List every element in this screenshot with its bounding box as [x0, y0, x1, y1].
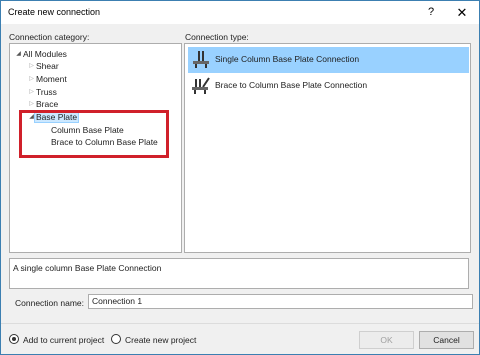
- title-bar: Create new connection ? ✕: [1, 1, 479, 24]
- collapsed-arrow-icon[interactable]: ▷: [27, 86, 36, 98]
- tree-item-brace[interactable]: ▷ Brace: [27, 98, 58, 110]
- connection-type-item-single[interactable]: Single Column Base Plate Connection: [188, 47, 469, 73]
- description-box: A single column Base Plate Connection: [9, 258, 469, 289]
- connection-type-item-brace[interactable]: Brace to Column Base Plate Connection: [188, 73, 469, 99]
- close-button[interactable]: ✕: [447, 1, 477, 24]
- radio-label: Create new project: [125, 335, 197, 345]
- collapsed-arrow-icon[interactable]: ▷: [27, 60, 36, 72]
- tree-item-label: Shear: [36, 61, 59, 71]
- tree-item-label: Brace: [36, 99, 59, 109]
- description-text: A single column Base Plate Connection: [13, 263, 162, 273]
- window-title: Create new connection: [8, 7, 101, 17]
- collapsed-arrow-icon[interactable]: ▷: [27, 73, 36, 85]
- connection-name-label: Connection name:: [15, 298, 84, 308]
- tree-item-moment[interactable]: ▷ Moment: [27, 73, 67, 85]
- tree-item-shear[interactable]: ▷ Shear: [27, 60, 59, 72]
- tree-item-label: All Modules: [23, 49, 67, 59]
- connection-type-list[interactable]: Single Column Base Plate Connection Brac…: [184, 43, 471, 253]
- tree-item-label: Moment: [36, 74, 67, 84]
- tree-item-truss[interactable]: ▷ Truss: [27, 86, 57, 98]
- create-connection-dialog: Create new connection ? ✕ Connection cat…: [0, 0, 480, 355]
- annotation-highlight-box: [19, 110, 169, 158]
- divider: [1, 323, 479, 324]
- help-button[interactable]: ?: [416, 1, 446, 24]
- connection-name-input[interactable]: Connection 1: [88, 294, 473, 309]
- ok-button[interactable]: OK: [359, 331, 414, 349]
- collapsed-arrow-icon[interactable]: ▷: [27, 98, 36, 110]
- tree-item-label: Truss: [36, 87, 57, 97]
- brace-base-plate-icon: [192, 77, 210, 94]
- connection-category-label: Connection category:: [9, 32, 90, 42]
- cancel-button[interactable]: Cancel: [419, 331, 474, 349]
- create-new-project-radio[interactable]: Create new project: [111, 334, 196, 346]
- add-to-current-project-radio[interactable]: Add to current project: [9, 334, 104, 346]
- radio-checked-icon[interactable]: [9, 334, 19, 344]
- tree-item-all-modules[interactable]: ◢ All Modules: [14, 48, 67, 60]
- connection-type-label: Single Column Base Plate Connection: [215, 54, 360, 64]
- single-base-plate-icon: [193, 51, 209, 68]
- radio-unchecked-icon[interactable]: [111, 334, 121, 344]
- connection-type-label: Connection type:: [185, 32, 249, 42]
- connection-type-label: Brace to Column Base Plate Connection: [215, 80, 368, 90]
- expanded-arrow-icon[interactable]: ◢: [14, 48, 23, 60]
- radio-label: Add to current project: [23, 335, 105, 345]
